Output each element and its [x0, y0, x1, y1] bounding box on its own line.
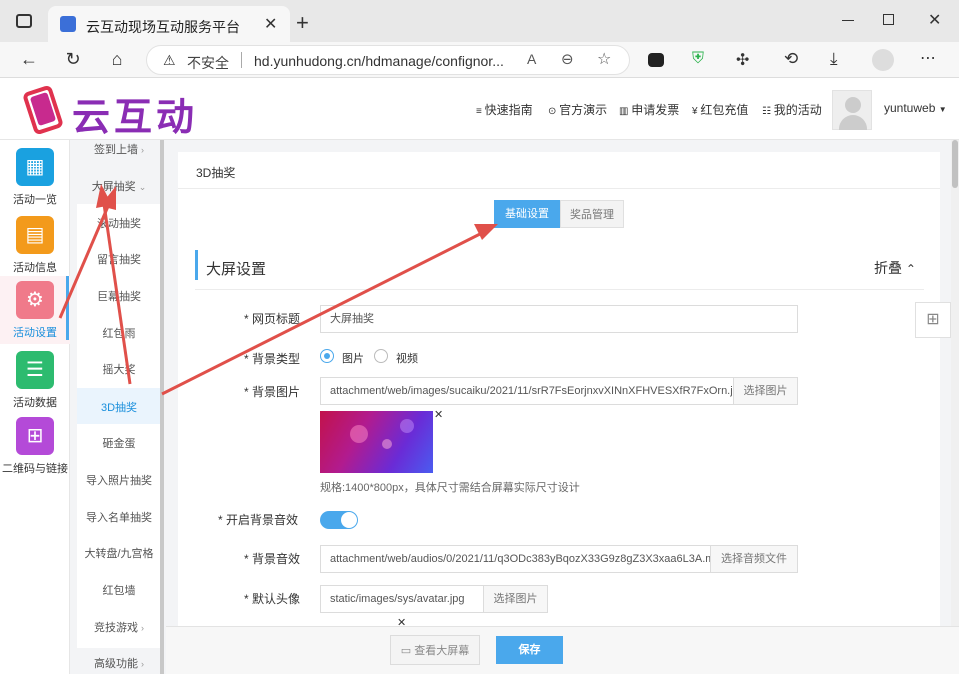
annotation-arrows — [58, 184, 498, 396]
arrow-to-tab — [161, 232, 481, 396]
arrow-to-bigscreen — [58, 203, 132, 385]
arrow-head-3 — [474, 224, 498, 240]
